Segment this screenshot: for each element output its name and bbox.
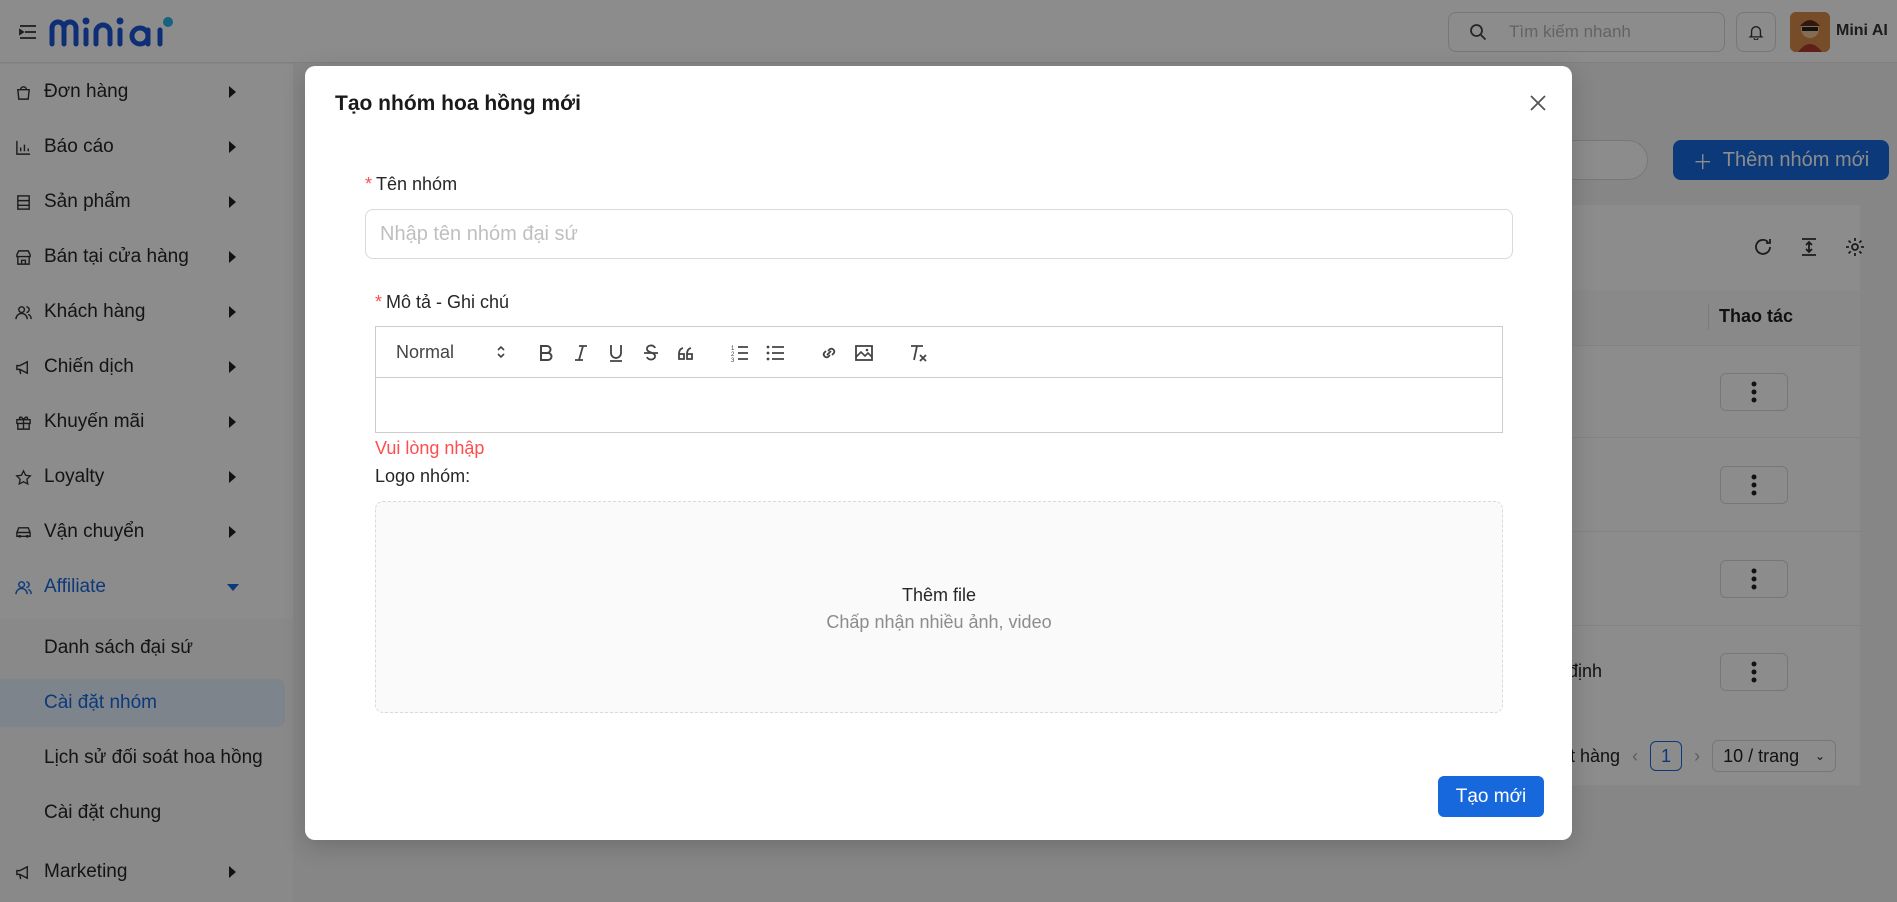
file-upload-dropzone[interactable]: Thêm file Chấp nhận nhiều ảnh, video — [375, 501, 1503, 713]
sort-arrows-icon — [497, 345, 505, 359]
underline-icon[interactable] — [604, 341, 628, 365]
italic-icon[interactable] — [569, 341, 593, 365]
description-label: * Mô tả - Ghi chú — [375, 292, 510, 312]
rich-text-editor: Normal 123 — [375, 326, 1503, 433]
editor-content-area[interactable] — [376, 378, 1502, 432]
image-icon[interactable] — [852, 341, 876, 365]
format-select[interactable]: Normal — [396, 339, 506, 365]
ordered-list-icon[interactable]: 123 — [728, 341, 752, 365]
editor-toolbar: Normal 123 — [376, 327, 1502, 378]
upload-title: Thêm file — [901, 585, 977, 605]
svg-text:3: 3 — [731, 358, 735, 364]
logo-label: Logo nhóm: — [375, 466, 471, 486]
modal-title: Tạo nhóm hoa hồng mới — [335, 92, 581, 115]
link-icon[interactable] — [817, 341, 841, 365]
clear-format-icon[interactable] — [906, 341, 930, 365]
close-icon[interactable] — [1526, 91, 1550, 115]
strikethrough-icon[interactable] — [639, 341, 663, 365]
bold-icon[interactable] — [534, 341, 558, 365]
bullet-list-icon[interactable] — [763, 341, 787, 365]
group-name-input[interactable] — [365, 209, 1513, 259]
create-button[interactable]: Tạo mới — [1438, 776, 1544, 817]
create-commission-group-dialog: Tạo nhóm hoa hồng mới *Tên nhóm *Mô tả -… — [305, 66, 1572, 840]
validation-error-text: Vui lòng nhập — [375, 438, 485, 458]
upload-hint: Chấp nhận nhiều ảnh, video — [826, 612, 1052, 632]
blockquote-icon[interactable] — [674, 341, 698, 365]
group-name-label: * Tên nhóm — [365, 174, 458, 194]
required-marker: * — [365, 174, 373, 194]
required-marker: * — [375, 292, 383, 312]
